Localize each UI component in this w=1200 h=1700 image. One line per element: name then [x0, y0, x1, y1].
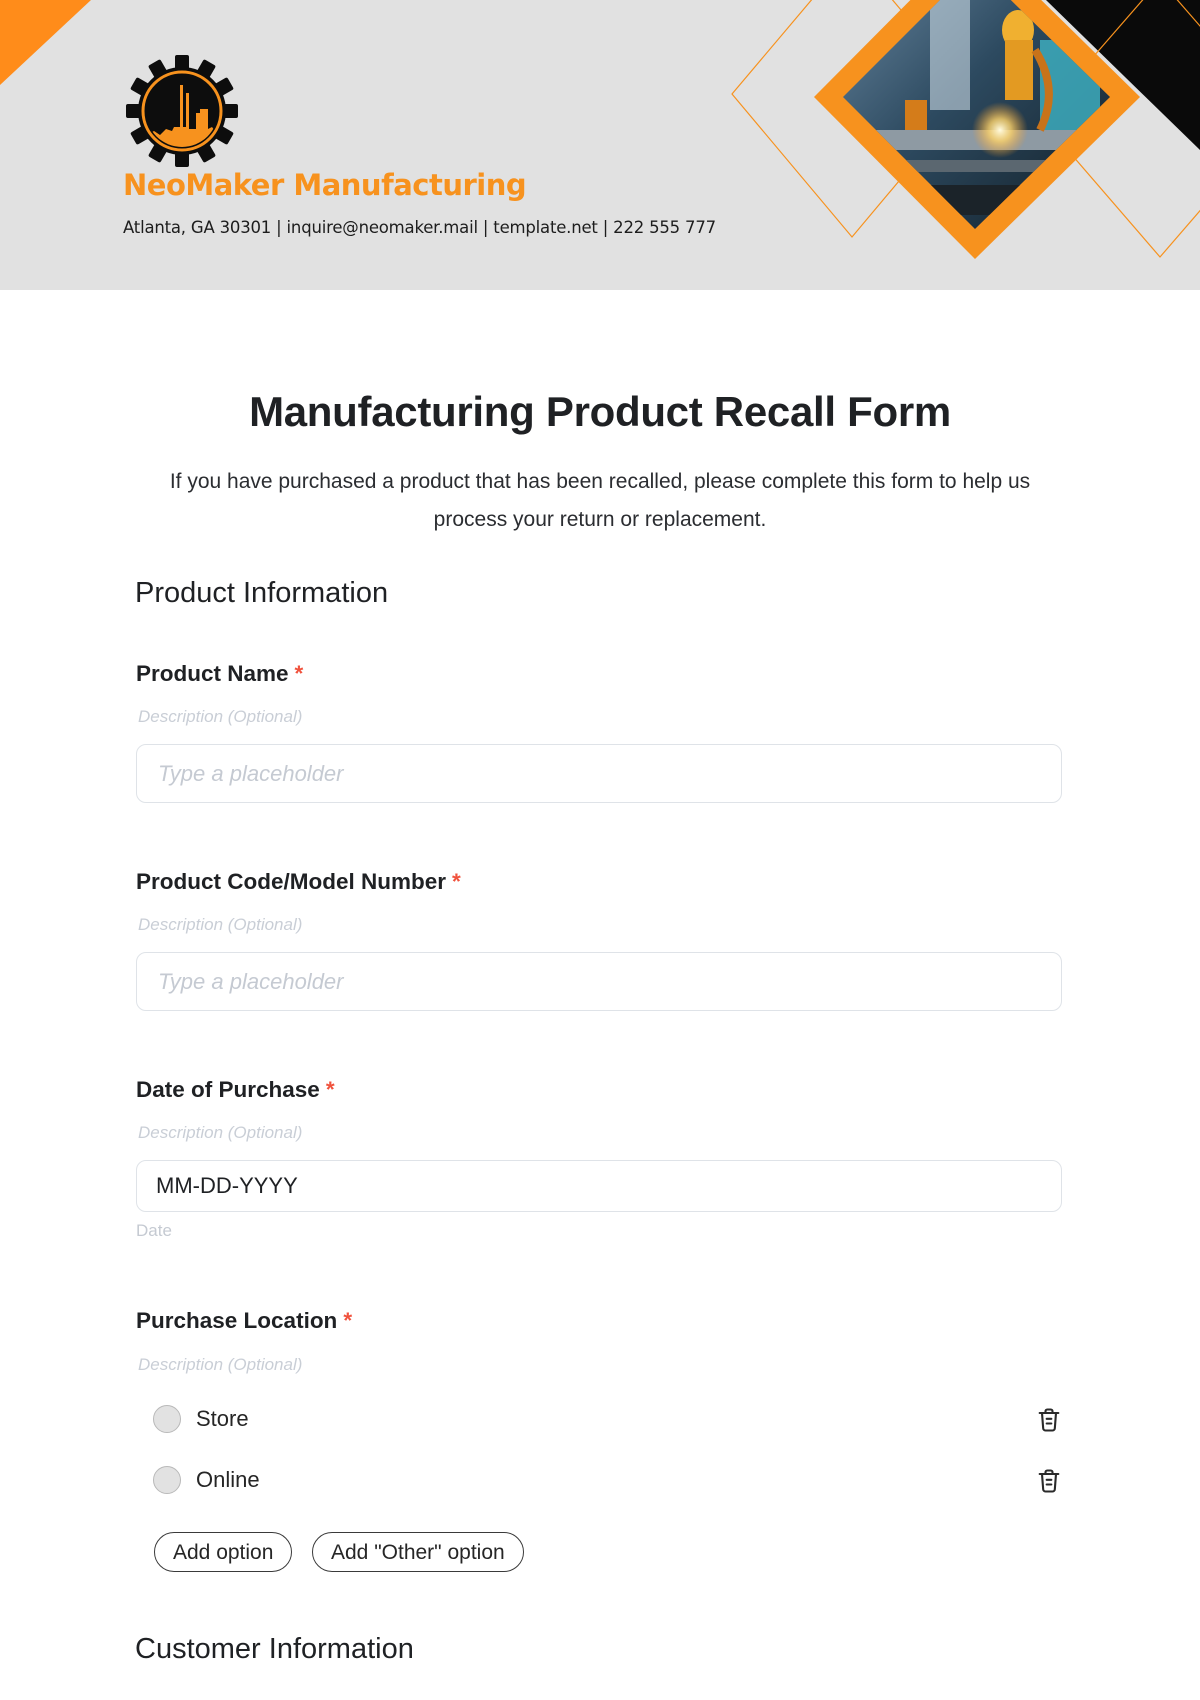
product-code-input[interactable]: [136, 952, 1062, 1011]
company-name: NeoMaker Manufacturing: [123, 168, 527, 202]
field-label-product-code: Product Code/Model Number *: [136, 869, 461, 895]
form-intro: If you have purchased a product that has…: [169, 470, 1031, 531]
section-heading-product-information: Product Information: [135, 577, 389, 609]
trash-icon[interactable]: [1035, 1467, 1063, 1495]
date-field-hint: Date: [136, 1221, 172, 1240]
field-label-text: Date of Purchase: [136, 1077, 320, 1102]
required-asterisk: *: [325, 1077, 335, 1102]
field-description[interactable]: Description (Optional): [138, 1123, 302, 1143]
field-label-text: Product Code/Model Number: [136, 869, 447, 894]
company-contact-info: Atlanta, GA 30301 | inquire@neomaker.mai…: [123, 218, 716, 237]
field-label-product-name: Product Name *: [136, 661, 303, 687]
letterhead-header: NeoMaker Manufacturing Atlanta, GA 30301…: [0, 0, 1200, 290]
field-description[interactable]: Description (Optional): [138, 1355, 302, 1375]
radio-option-online[interactable]: Online: [153, 1464, 1063, 1498]
date-of-purchase-input[interactable]: [136, 1160, 1062, 1212]
product-name-input[interactable]: [136, 744, 1062, 803]
required-asterisk: *: [452, 869, 461, 894]
add-option-button[interactable]: Add option: [154, 1532, 293, 1572]
form-title: Manufacturing Product Recall Form: [249, 388, 951, 435]
field-description[interactable]: Description (Optional): [138, 707, 302, 727]
radio-button[interactable]: [153, 1405, 181, 1433]
required-asterisk: *: [294, 661, 304, 686]
radio-option-store[interactable]: Store: [153, 1403, 1063, 1437]
section-heading-customer-information: Customer Information: [135, 1633, 414, 1665]
radio-button[interactable]: [153, 1466, 181, 1494]
field-label-text: Purchase Location: [136, 1308, 338, 1333]
field-label-purchase-location: Purchase Location *: [136, 1308, 352, 1334]
field-label-text: Product Name: [136, 661, 289, 686]
company-logo-gear-icon: [126, 55, 238, 167]
radio-option-label[interactable]: Online: [196, 1467, 260, 1493]
radio-option-label[interactable]: Store: [196, 1406, 249, 1432]
field-description[interactable]: Description (Optional): [138, 915, 302, 935]
field-label-date-of-purchase: Date of Purchase *: [136, 1077, 335, 1103]
corner-triangle-orange: [0, 0, 91, 85]
trash-icon[interactable]: [1035, 1406, 1063, 1434]
required-asterisk: *: [343, 1308, 353, 1333]
add-other-option-button[interactable]: Add "Other" option: [312, 1532, 524, 1572]
